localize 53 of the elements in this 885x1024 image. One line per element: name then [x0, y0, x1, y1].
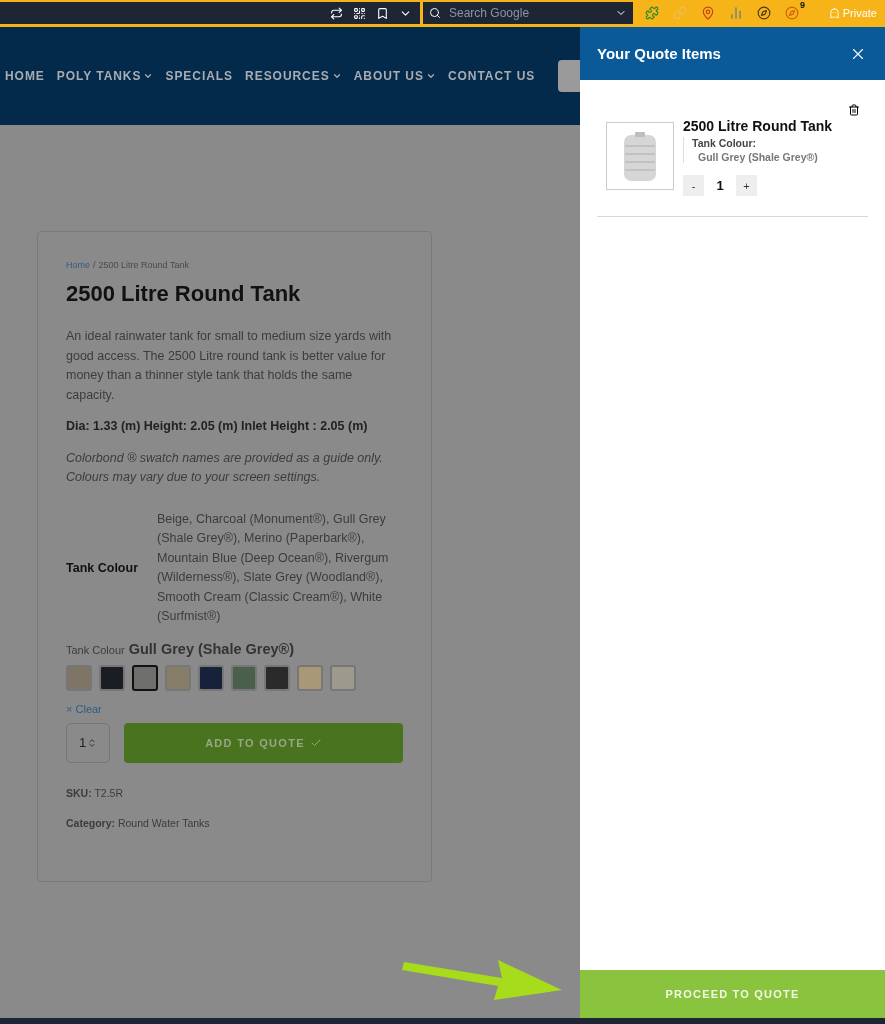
search-input[interactable]: Search Google: [447, 5, 609, 21]
qr-code-icon[interactable]: [353, 6, 366, 20]
decrease-button[interactable]: -: [683, 175, 704, 196]
nav-link[interactable]: SPECIALS: [165, 69, 234, 83]
attribute-label: Tank Colour:: [692, 137, 757, 149]
stepper-icon: [87, 737, 98, 748]
increase-button[interactable]: +: [736, 175, 757, 196]
puzzle-icon[interactable]: [645, 6, 659, 20]
chevron-icon: [331, 71, 342, 81]
attribute-value: Beige, Charcoal (Monument®), Gull Grey (Shale Grey®), Merino (Paperbark®), Mountain Blue (Deep Ocean®), Rivergum (Wilderness®), Slate Grey (Woodland®), Smooth Cream (Classic Cream®), White (Surfmist®): [157, 510, 390, 625]
compass-icon[interactable]: [757, 6, 771, 20]
product-dimensions: Dia: 1.33 (m) Height: 2.05 (m) Inlet Height : 2.05 (m): [66, 418, 369, 435]
pin-icon[interactable]: [701, 6, 715, 20]
colour-swatch[interactable]: [297, 664, 323, 691]
sku-text: SKU: T2.5R: [66, 786, 124, 799]
category-text: Category: Round Water Tanks: [66, 816, 211, 829]
trash-icon[interactable]: [848, 104, 860, 116]
nav-link[interactable]: RESOURCES: [245, 69, 342, 83]
product-title: 2500 Litre Round Tank: [66, 281, 302, 307]
nav-link[interactable]: ABOUT US: [353, 69, 436, 83]
colour-swatch[interactable]: [66, 664, 92, 691]
colour-swatch[interactable]: [264, 664, 290, 691]
nav-link[interactable]: CONTACT US: [447, 69, 536, 83]
item-name: 2500 Litre Round Tank: [683, 118, 833, 134]
breadcrumb-separator: /: [93, 260, 96, 270]
notification-count: 9: [800, 0, 805, 10]
private-label: Private: [828, 7, 877, 19]
product-description: An ideal rainwater tank for small to medium size yards with good access. The 2500 Litre round tank is better value for money than a thinner style tank that holds the same capacity.: [66, 328, 393, 404]
swatch-note: Colorbond ® swatch names are provided as a guide only. Colours may vary due to your screen settings.: [66, 449, 384, 486]
attribute-value: Gull Grey (Shale Grey®): [698, 151, 819, 163]
search-icon: [429, 7, 441, 19]
colour-swatch[interactable]: [165, 664, 191, 691]
drawer-title: Your Quote Items: [597, 45, 721, 62]
colour-swatch[interactable]: [231, 664, 257, 691]
ghost-icon: [828, 7, 840, 19]
nav-link[interactable]: POLY TANKS: [56, 69, 154, 83]
colour-swatch[interactable]: [198, 664, 224, 691]
colour-swatch[interactable]: [99, 664, 125, 691]
colour-swatch[interactable]: [330, 664, 356, 691]
quantity-field[interactable]: 1: [66, 722, 110, 763]
quantity-value: 1: [715, 178, 725, 193]
colour-swatch[interactable]: [132, 664, 158, 691]
breadcrumb-current: 2500 Litre Round Tank: [98, 260, 189, 270]
sync-icon[interactable]: [330, 6, 343, 20]
selected-colour: Gull Grey (Shale Grey®): [128, 640, 295, 657]
chevron-icon: [425, 71, 436, 81]
chevron-icon: [143, 71, 154, 81]
colour-label: Tank Colour: [66, 643, 125, 656]
bookmark-icon[interactable]: [376, 6, 389, 20]
attribute-label: Tank Colour: [66, 561, 139, 575]
tank-icon: [623, 130, 657, 182]
search-bar[interactable]: Search Google: [423, 2, 633, 24]
nav-link[interactable]: HOME: [5, 69, 45, 83]
